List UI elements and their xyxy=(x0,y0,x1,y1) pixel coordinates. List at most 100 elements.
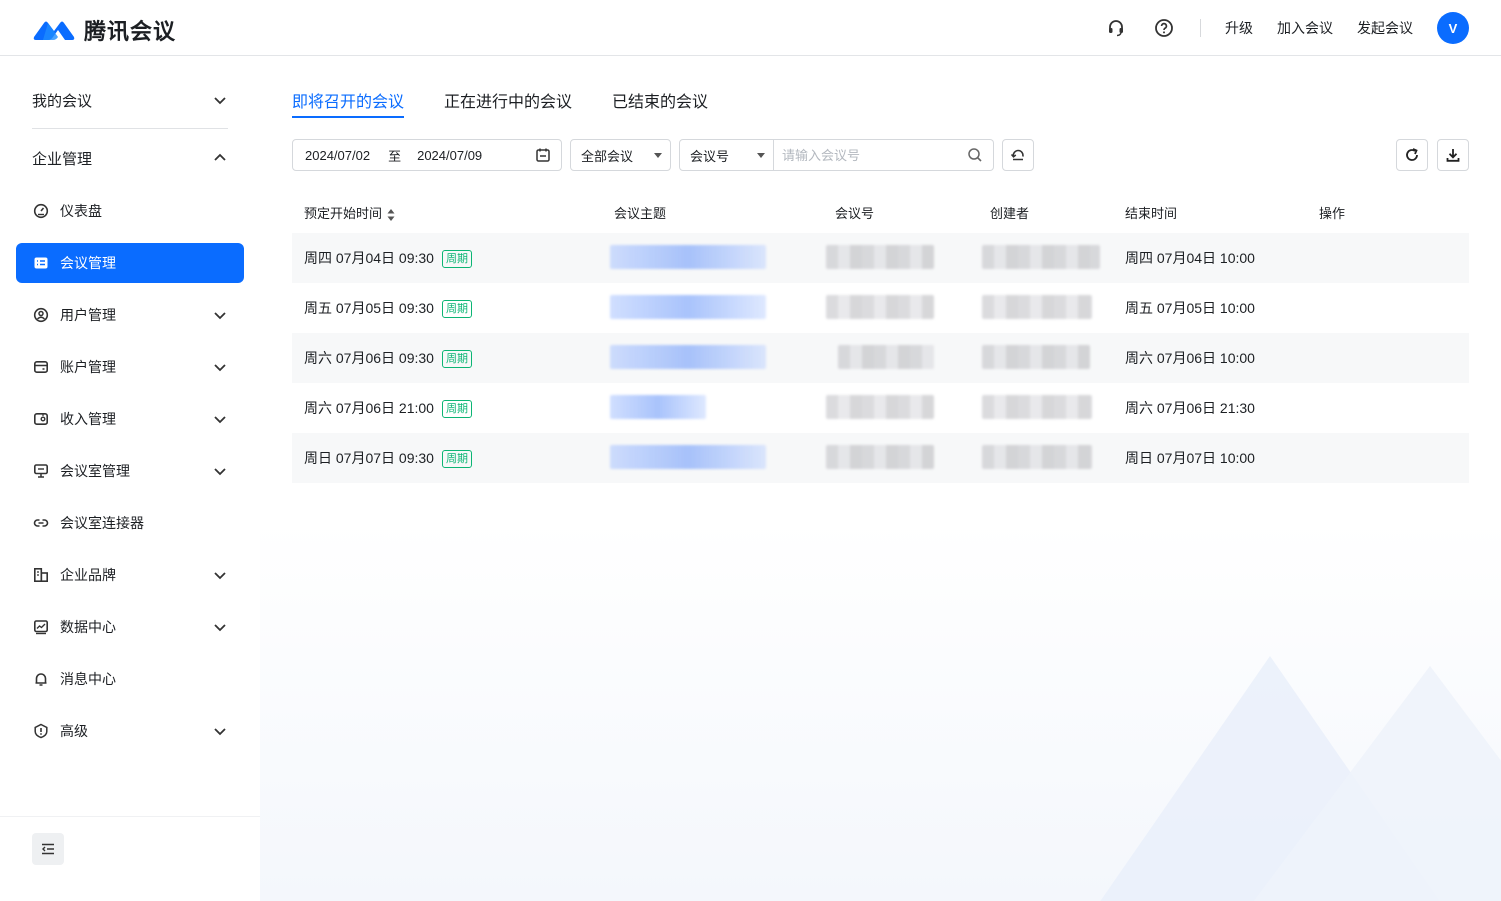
start-time-cell: 周五 07月05日 09:30 周期 xyxy=(304,298,472,318)
meeting-type-value: 全部会议 xyxy=(581,148,634,164)
sidebar-section-label: 我的会议 xyxy=(32,92,93,110)
recurring-badge: 周期 xyxy=(441,450,472,468)
end-time: 周日 07月07日 10:00 xyxy=(1125,450,1255,466)
redacted-subject[interactable] xyxy=(610,395,706,419)
sort-icon xyxy=(387,208,395,221)
meeting-type-select[interactable]: 全部会议 xyxy=(570,139,671,171)
column-start-time[interactable]: 预定开始时间 xyxy=(304,203,396,222)
chevron-up-icon xyxy=(214,153,226,161)
date-separator: 至 xyxy=(388,148,402,164)
reset-filter-button[interactable] xyxy=(1002,139,1034,171)
meeting-number-input[interactable] xyxy=(782,147,952,163)
start-time-cell: 周六 07月06日 09:30 周期 xyxy=(304,348,472,368)
sidebar-item-label: 高级 xyxy=(60,723,88,739)
upgrade-link[interactable]: 升级 xyxy=(1225,18,1253,38)
sidebar-footer-divider xyxy=(0,816,260,817)
sidebar-item-room-connector[interactable]: 会议室连接器 xyxy=(16,503,244,543)
sidebar-item-label: 会议室管理 xyxy=(60,463,130,479)
brand-icon xyxy=(32,566,50,584)
chevron-down-icon xyxy=(214,312,226,320)
user-icon xyxy=(32,306,50,324)
sidebar-divider xyxy=(32,128,228,129)
redacted-creator xyxy=(982,395,1092,419)
sidebar-item-label: 企业品牌 xyxy=(60,567,116,583)
search-field-select[interactable]: 会议号 xyxy=(679,139,774,171)
column-actions: 操作 xyxy=(1319,206,1346,221)
avatar[interactable]: V xyxy=(1437,12,1469,44)
search-icon[interactable] xyxy=(967,147,983,163)
redacted-meeting-number xyxy=(826,295,934,319)
refresh-button[interactable] xyxy=(1396,139,1428,171)
date-range-picker[interactable]: 2024/07/02 至 2024/07/09 xyxy=(292,139,562,171)
end-time: 周六 07月06日 21:30 xyxy=(1125,400,1255,416)
sidebar-item-account-management[interactable]: 账户管理 xyxy=(16,347,244,387)
sidebar-item-message-center[interactable]: 消息中心 xyxy=(16,659,244,699)
redacted-subject[interactable] xyxy=(610,445,766,469)
redacted-meeting-number xyxy=(826,245,934,269)
export-button[interactable] xyxy=(1437,139,1469,171)
start-time: 周四 07月04日 09:30 xyxy=(304,250,434,266)
redacted-subject[interactable] xyxy=(610,245,766,269)
column-meeting-number: 会议号 xyxy=(835,206,875,221)
column-end-time: 结束时间 xyxy=(1125,206,1178,221)
sidebar-item-label: 账户管理 xyxy=(60,359,116,375)
start-time-cell: 周日 07月07日 09:30 周期 xyxy=(304,448,472,468)
chevron-down-icon xyxy=(214,572,226,580)
table-row[interactable]: 周五 07月05日 09:30 周期 周五 07月05日 10:00 xyxy=(292,283,1469,333)
start-time: 周五 07月05日 09:30 xyxy=(304,300,434,316)
sidebar-item-label: 仪表盘 xyxy=(60,203,102,219)
join-meeting-link[interactable]: 加入会议 xyxy=(1277,18,1333,38)
end-time: 周四 07月04日 10:00 xyxy=(1125,250,1255,266)
chart-icon xyxy=(32,618,50,636)
calendar-icon xyxy=(536,148,550,162)
download-icon xyxy=(1446,149,1460,162)
table-row[interactable]: 周四 07月04日 09:30 周期 周四 07月04日 10:00 xyxy=(292,233,1469,283)
redacted-subject[interactable] xyxy=(610,345,766,369)
tab-upcoming[interactable]: 即将召开的会议 xyxy=(292,88,405,118)
income-icon xyxy=(32,410,50,428)
sidebar-item-user-management[interactable]: 用户管理 xyxy=(16,295,244,335)
sidebar-item-data-center[interactable]: 数据中心 xyxy=(16,607,244,647)
help-icon[interactable] xyxy=(1152,16,1176,40)
redacted-subject[interactable] xyxy=(610,295,766,319)
app-title: 腾讯会议 xyxy=(84,19,177,44)
header-actions: 升级 加入会议 发起会议 V xyxy=(1080,12,1469,44)
sidebar-item-income-management[interactable]: 收入管理 xyxy=(16,399,244,439)
search-box xyxy=(774,139,994,171)
sidebar-item-label: 收入管理 xyxy=(60,411,116,427)
table-row[interactable]: 周六 07月06日 21:00 周期 周六 07月06日 21:30 xyxy=(292,383,1469,433)
table-actions xyxy=(1396,139,1469,171)
collapse-sidebar-button[interactable] xyxy=(32,833,64,865)
redacted-meeting-number xyxy=(826,395,934,419)
start-meeting-link[interactable]: 发起会议 xyxy=(1357,18,1413,38)
sidebar: 我的会议 企业管理 仪表盘 会议管理 用户管理 账户管理 收入管理 会议室管理 … xyxy=(0,56,260,901)
tab-ongoing[interactable]: 正在进行中的会议 xyxy=(444,88,572,118)
date-start: 2024/07/02 xyxy=(305,147,371,163)
start-time-cell: 周六 07月06日 21:00 周期 xyxy=(304,398,472,418)
sidebar-item-advanced[interactable]: 高级 xyxy=(16,711,244,751)
headset-icon[interactable] xyxy=(1104,16,1128,40)
caret-down-icon xyxy=(757,153,765,158)
app-logo[interactable]: 腾讯会议 xyxy=(32,14,176,46)
recurring-badge: 周期 xyxy=(441,300,472,318)
redacted-meeting-number xyxy=(838,345,934,369)
date-end: 2024/07/09 xyxy=(417,147,483,163)
meeting-table-body: 周四 07月04日 09:30 周期 周四 07月04日 10:00 周五 07月… xyxy=(292,233,1469,483)
table-row[interactable]: 周六 07月06日 09:30 周期 周六 07月06日 10:00 xyxy=(292,333,1469,383)
sidebar-item-dashboard[interactable]: 仪表盘 xyxy=(16,191,244,231)
sidebar-section-enterprise[interactable]: 企业管理 xyxy=(16,138,244,178)
column-creator: 创建者 xyxy=(990,206,1030,221)
sidebar-item-room-management[interactable]: 会议室管理 xyxy=(16,451,244,491)
redacted-creator xyxy=(982,295,1092,319)
tab-ended[interactable]: 已结束的会议 xyxy=(612,88,708,118)
sidebar-item-brand[interactable]: 企业品牌 xyxy=(16,555,244,595)
collapse-menu-icon xyxy=(42,843,54,855)
sidebar-item-meeting-management[interactable]: 会议管理 xyxy=(16,243,244,283)
table-row[interactable]: 周日 07月07日 09:30 周期 周日 07月07日 10:00 xyxy=(292,433,1469,483)
end-time: 周五 07月05日 10:00 xyxy=(1125,300,1255,316)
search-field-value: 会议号 xyxy=(690,148,730,164)
recurring-badge: 周期 xyxy=(441,400,472,418)
shield-icon xyxy=(32,722,50,740)
sidebar-section-my-meetings[interactable]: 我的会议 xyxy=(16,80,244,120)
end-time: 周六 07月06日 10:00 xyxy=(1125,350,1255,366)
